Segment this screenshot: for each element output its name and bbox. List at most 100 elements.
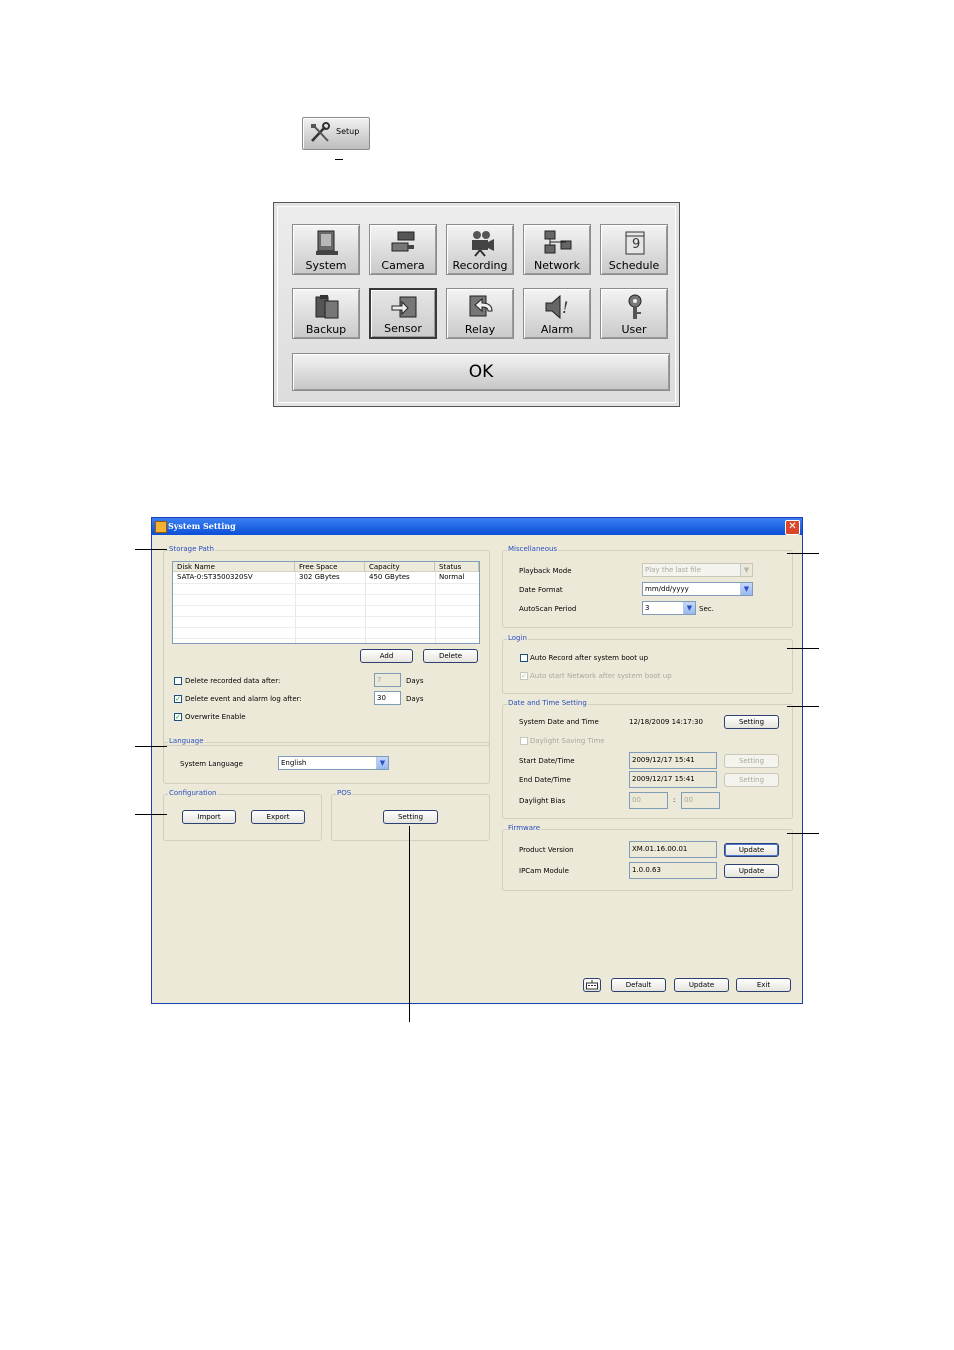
menu-alarm-button[interactable]: ! Alarm — [523, 288, 591, 339]
storage-path-title: Storage Path — [168, 545, 215, 553]
product-update-button[interactable]: Update — [724, 843, 779, 857]
daylight-bias-label: Daylight Bias — [519, 797, 566, 805]
date-time-setting-button[interactable]: Setting — [724, 715, 779, 729]
miscellaneous-group: Miscellaneous Playback Mode Play the las… — [502, 545, 793, 628]
autoscan-value: 3 — [645, 604, 650, 612]
underline-mark — [335, 159, 343, 160]
update-button[interactable]: Update — [674, 978, 729, 992]
end-date-time-field[interactable]: 2009/12/17 15:41 — [629, 771, 717, 788]
close-button[interactable]: ✕ — [785, 520, 800, 535]
configuration-title: Configuration — [168, 789, 218, 797]
autoscan-select[interactable]: 3 ▼ — [642, 601, 696, 615]
menu-network-label: Network — [534, 259, 580, 272]
exit-button[interactable]: Exit — [736, 978, 791, 992]
callout-line-firmware — [787, 833, 819, 834]
daylight-saving-checkbox[interactable] — [520, 737, 528, 745]
column-header-capacity[interactable]: Capacity — [365, 562, 435, 572]
relay-icon — [469, 295, 493, 317]
menu-camera-button[interactable]: Camera — [369, 224, 437, 275]
chevron-down-icon[interactable]: ▼ — [683, 602, 695, 614]
sensor-icon — [391, 296, 417, 318]
end-date-time-label: End Date/Time — [519, 776, 571, 784]
system-icon — [316, 230, 338, 255]
system-language-select[interactable]: English ▼ — [278, 756, 389, 770]
menu-recording-button[interactable]: Recording — [446, 224, 514, 275]
menu-network-button[interactable]: Network — [523, 224, 591, 275]
delete-event-days-input[interactable]: 30 — [374, 691, 401, 705]
column-header-disk-name[interactable]: Disk Name — [173, 562, 295, 572]
storage-path-group: Storage Path Disk Name Free Space Capaci… — [163, 545, 490, 746]
language-group: Language System Language English ▼ — [163, 737, 490, 784]
delete-recorded-label: Delete recorded data after: — [185, 677, 281, 685]
column-header-status[interactable]: Status — [435, 562, 479, 572]
keyboard-button[interactable] — [583, 978, 601, 992]
menu-schedule-button[interactable]: 9 Schedule — [600, 224, 668, 275]
setup-button[interactable]: Setup — [302, 117, 370, 150]
chevron-down-icon[interactable]: ▼ — [376, 757, 388, 769]
auto-record-checkbox[interactable] — [520, 654, 528, 662]
menu-system-button[interactable]: System — [292, 224, 360, 275]
date-format-value: mm/dd/yyyy — [645, 585, 689, 593]
svg-text:!: ! — [562, 298, 568, 317]
menu-user-label: User — [621, 323, 647, 336]
callout-line-pos — [409, 826, 410, 1022]
pos-setting-button[interactable]: Setting — [383, 810, 438, 824]
end-setting-button[interactable]: Setting — [724, 773, 779, 787]
system-language-value: English — [281, 759, 307, 767]
menu-sensor-button[interactable]: Sensor — [369, 288, 437, 339]
login-group: Login Auto Record after system boot up ✓… — [502, 634, 793, 694]
status-cell: Normal — [439, 573, 465, 581]
ipcam-module-label: IPCam Module — [519, 867, 569, 875]
system-date-time-label: System Date and Time — [519, 718, 599, 726]
ok-button[interactable]: OK — [292, 353, 670, 391]
product-version-field[interactable]: XM.01.16.00.01 — [629, 841, 717, 858]
pos-group: POS Setting — [331, 789, 490, 841]
disk-table[interactable]: Disk Name Free Space Capacity Status SAT… — [172, 561, 480, 644]
add-button[interactable]: Add — [360, 649, 413, 663]
date-time-group: Date and Time Setting System Date and Ti… — [502, 699, 793, 819]
recording-icon — [472, 231, 494, 257]
column-header-free-space[interactable]: Free Space — [295, 562, 365, 572]
chevron-down-icon[interactable]: ▼ — [740, 583, 752, 595]
import-button[interactable]: Import — [182, 810, 236, 824]
keyboard-icon — [586, 980, 598, 990]
date-format-select[interactable]: mm/dd/yyyy ▼ — [642, 582, 753, 596]
delete-recorded-unit: Days — [406, 677, 424, 685]
ipcam-module-field[interactable]: 1.0.0.63 — [629, 862, 717, 879]
start-setting-button[interactable]: Setting — [724, 754, 779, 768]
chevron-down-icon[interactable]: ▼ — [740, 564, 752, 576]
auto-record-label: Auto Record after system boot up — [530, 654, 649, 662]
setup-button-label: Setup — [336, 127, 360, 136]
ipcam-update-button[interactable]: Update — [724, 864, 779, 878]
bias-hours-spinner[interactable]: 00 — [629, 792, 668, 809]
playback-mode-select[interactable]: Play the last file ▼ — [642, 563, 753, 577]
auto-network-checkbox[interactable]: ✓ — [520, 672, 528, 680]
playback-mode-label: Playback Mode — [519, 567, 572, 575]
delete-recorded-checkbox[interactable] — [174, 677, 182, 685]
overwrite-checkbox[interactable]: ✓ — [174, 713, 182, 721]
delete-event-checkbox[interactable]: ✓ — [174, 695, 182, 703]
bias-separator: : — [673, 796, 676, 804]
miscellaneous-title: Miscellaneous — [507, 545, 559, 553]
callout-line-storage — [135, 549, 167, 550]
menu-camera-label: Camera — [381, 259, 425, 272]
menu-backup-button[interactable]: Backup — [292, 288, 360, 339]
delete-event-unit: Days — [406, 695, 424, 703]
delete-button[interactable]: Delete — [423, 649, 478, 663]
disk-name-cell: SATA-0:ST3500320SV — [177, 573, 253, 581]
camera-icon — [391, 231, 415, 252]
export-button[interactable]: Export — [251, 810, 305, 824]
menu-user-button[interactable]: User — [600, 288, 668, 339]
system-language-label: System Language — [180, 760, 243, 768]
menu-relay-button[interactable]: Relay — [446, 288, 514, 339]
default-button[interactable]: Default — [611, 978, 666, 992]
auto-network-label: Auto start Network after system boot up — [530, 672, 672, 680]
menu-relay-label: Relay — [464, 323, 496, 336]
bias-minutes-spinner[interactable]: 00 — [681, 792, 720, 809]
start-date-time-field[interactable]: 2009/12/17 15:41 — [629, 752, 717, 769]
network-icon — [544, 230, 572, 254]
menu-alarm-label: Alarm — [540, 323, 574, 336]
delete-recorded-days-input[interactable]: 7 — [374, 673, 401, 687]
configuration-group: Configuration Import Export — [163, 789, 322, 841]
alarm-icon: ! — [545, 294, 568, 320]
